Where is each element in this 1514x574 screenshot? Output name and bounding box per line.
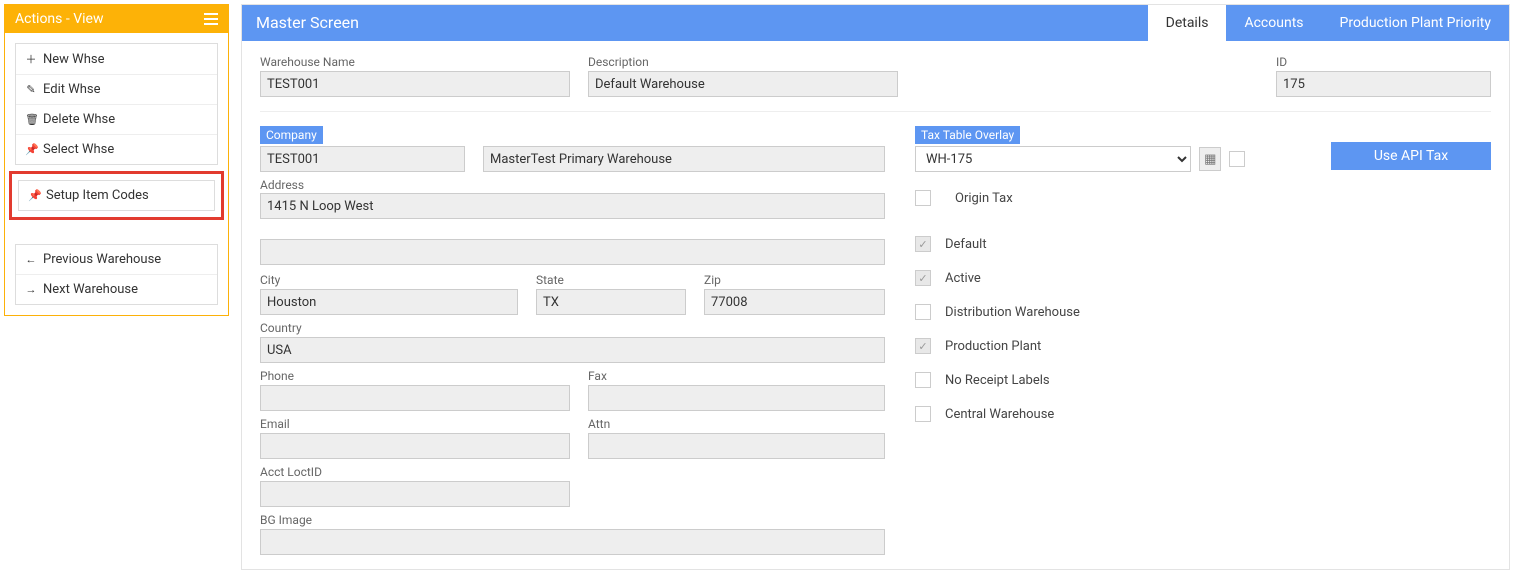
action-label: Select Whse (43, 142, 114, 157)
id-label: ID (1276, 55, 1491, 69)
check-central-warehouse[interactable]: Central Warehouse (915, 406, 1245, 422)
check-label: No Receipt Labels (945, 373, 1050, 388)
tab-accounts[interactable]: Accounts (1226, 5, 1321, 41)
id-input[interactable] (1276, 71, 1491, 97)
pin-icon: 📌 (28, 189, 40, 202)
company-section: Company Address City (260, 126, 885, 555)
bg-input[interactable] (260, 529, 885, 555)
actions-header: Actions - View (5, 5, 228, 33)
actions-highlight: 📌 Setup Item Codes (9, 171, 224, 220)
menu-icon[interactable] (204, 13, 218, 25)
description-input[interactable] (588, 71, 898, 97)
actions-title: Actions - View (15, 11, 103, 27)
action-next-warehouse[interactable]: → Next Warehouse (16, 275, 217, 304)
tax-extra-checkbox[interactable] (1229, 151, 1245, 167)
warehouse-name-label: Warehouse Name (260, 55, 570, 69)
checkbox-icon (915, 406, 931, 422)
tab-production-plant-priority[interactable]: Production Plant Priority (1322, 5, 1510, 41)
action-label: Next Warehouse (43, 282, 138, 297)
pencil-icon: ✎ (25, 83, 37, 96)
zip-input[interactable] (704, 289, 885, 315)
action-edit-whse[interactable]: ✎ Edit Whse (16, 75, 217, 105)
use-api-tax-button[interactable]: Use API Tax (1331, 142, 1491, 170)
origin-tax-checkbox[interactable] (915, 190, 931, 206)
action-label: Edit Whse (43, 82, 101, 97)
acct-label: Acct LoctID (260, 465, 570, 479)
attn-input[interactable] (588, 433, 885, 459)
zip-label: Zip (704, 273, 885, 287)
checkbox-icon: ✓ (915, 236, 931, 252)
attn-label: Attn (588, 417, 885, 431)
check-production-plant[interactable]: ✓ Production Plant (915, 338, 1245, 354)
city-input[interactable] (260, 289, 518, 315)
phone-label: Phone (260, 369, 570, 383)
check-label: Central Warehouse (945, 407, 1054, 422)
action-label: Previous Warehouse (43, 252, 161, 267)
country-label: Country (260, 321, 885, 335)
check-label: Distribution Warehouse (945, 305, 1080, 320)
state-input[interactable] (536, 289, 686, 315)
check-label: Active (945, 271, 981, 286)
company-badge: Company (260, 126, 323, 144)
company-code-input[interactable] (260, 146, 465, 172)
grid-icon[interactable]: ▦ (1199, 147, 1221, 171)
action-prev-warehouse[interactable]: ← Previous Warehouse (16, 245, 217, 275)
checkbox-icon (915, 304, 931, 320)
action-delete-whse[interactable]: 🗑 Delete Whse (16, 105, 217, 135)
action-label: Setup Item Codes (46, 188, 149, 203)
company-name-input[interactable] (483, 146, 885, 172)
check-no-receipt-labels[interactable]: No Receipt Labels (915, 372, 1245, 388)
address2-input[interactable] (260, 239, 885, 265)
arrow-right-icon: → (25, 283, 37, 296)
fax-label: Fax (588, 369, 885, 383)
checkbox-icon: ✓ (915, 270, 931, 286)
action-select-whse[interactable]: 📌 Select Whse (16, 135, 217, 164)
country-input[interactable] (260, 337, 885, 363)
plus-icon: ＋ (25, 51, 37, 67)
checkbox-icon: ✓ (915, 338, 931, 354)
fax-input[interactable] (588, 385, 885, 411)
action-label: New Whse (43, 52, 104, 67)
card-title: Master Screen (256, 5, 359, 41)
address1-input[interactable] (260, 193, 885, 219)
state-label: State (536, 273, 686, 287)
checks-section: ✓ Default ✓ Active Distribution Warehous… (915, 236, 1245, 422)
city-label: City (260, 273, 518, 287)
description-label: Description (588, 55, 898, 69)
check-label: Default (945, 237, 987, 252)
origin-tax-label: Origin Tax (955, 191, 1013, 206)
phone-input[interactable] (260, 385, 570, 411)
acct-input[interactable] (260, 481, 570, 507)
warehouse-name-input[interactable] (260, 71, 570, 97)
check-distribution-warehouse[interactable]: Distribution Warehouse (915, 304, 1245, 320)
card-header: Master Screen Details Accounts Productio… (242, 5, 1509, 41)
action-setup-item-codes[interactable]: 📌 Setup Item Codes (19, 181, 214, 210)
actions-panel: Actions - View ＋ New Whse ✎ Edit Whse 🗑 … (4, 4, 229, 316)
actions-group-nav: ← Previous Warehouse → Next Warehouse (15, 244, 218, 305)
email-label: Email (260, 417, 570, 431)
checkbox-icon (915, 372, 931, 388)
address-label: Address (260, 178, 304, 192)
email-input[interactable] (260, 433, 570, 459)
check-label: Production Plant (945, 339, 1041, 354)
main-card: Master Screen Details Accounts Productio… (241, 4, 1510, 570)
arrow-left-icon: ← (25, 253, 37, 266)
pin-icon: 📌 (25, 143, 37, 156)
tab-details[interactable]: Details (1148, 5, 1227, 41)
check-active[interactable]: ✓ Active (915, 270, 1245, 286)
action-label: Delete Whse (43, 112, 115, 127)
tabs: Details Accounts Production Plant Priori… (1148, 5, 1509, 41)
bg-label: BG Image (260, 513, 885, 527)
actions-group-main: ＋ New Whse ✎ Edit Whse 🗑 Delete Whse 📌 S… (15, 43, 218, 165)
action-new-whse[interactable]: ＋ New Whse (16, 44, 217, 75)
check-default[interactable]: ✓ Default (915, 236, 1245, 252)
tax-table-select[interactable]: WH-175 (915, 146, 1191, 172)
tax-badge: Tax Table Overlay (915, 126, 1020, 144)
trash-icon: 🗑 (25, 113, 37, 126)
